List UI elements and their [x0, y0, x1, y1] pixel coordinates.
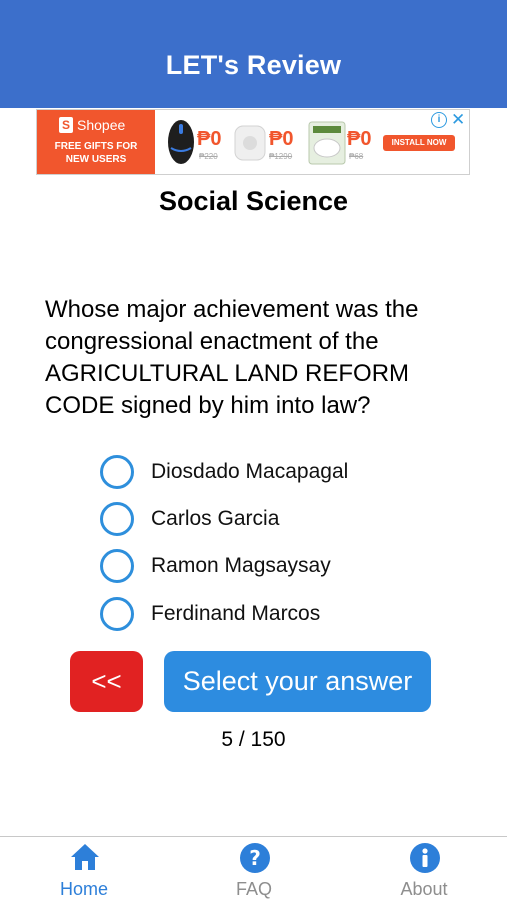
- ad-brand-name: Shopee: [77, 117, 126, 133]
- ad-tagline-line2: NEW USERS: [65, 154, 127, 165]
- app-title: LET's Review: [165, 50, 342, 80]
- app-header: LET's Review: [0, 0, 507, 108]
- tab-home-label: Home: [59, 879, 108, 899]
- shopee-bag-icon: S: [59, 117, 73, 133]
- question-text: Whose major achievement was the congress…: [45, 296, 419, 419]
- question-circle-icon: ?: [240, 843, 270, 873]
- ad-install-button[interactable]: INSTALL NOW: [383, 135, 455, 151]
- close-icon[interactable]: ✕: [451, 110, 465, 130]
- answer-option[interactable]: Ramon Magsaysay: [100, 543, 348, 590]
- ad-old-price-3: ₱68: [349, 152, 364, 161]
- ad-old-price-2: ₱1290: [269, 152, 293, 161]
- ad-price-3: ₱0: [347, 128, 372, 150]
- previous-button[interactable]: <<: [70, 651, 143, 712]
- answer-option-label: Ramon Magsaysay: [151, 554, 331, 578]
- ad-price-1: ₱0: [197, 128, 222, 150]
- radio-button[interactable]: [100, 501, 134, 536]
- ad-tagline: FREE GIFTS FOR NEW USERS: [37, 140, 155, 166]
- ad-brand-block: S Shopee FREE GIFTS FOR NEW USERS: [37, 110, 155, 174]
- answer-option-label: Diosdado Macapagal: [151, 459, 349, 483]
- ad-old-price-1: ₱220: [199, 152, 218, 161]
- ad-tagline-line1: FREE GIFTS FOR: [54, 141, 138, 152]
- tab-about-label: About: [400, 879, 448, 899]
- answer-option[interactable]: Carlos Garcia: [100, 495, 348, 542]
- svg-text:?: ?: [249, 846, 261, 870]
- tab-faq-label: FAQ: [235, 879, 272, 899]
- question-progress: 5 / 150: [221, 728, 286, 751]
- tab-faq[interactable]: ? FAQ: [194, 837, 314, 900]
- ad-banner[interactable]: S Shopee FREE GIFTS FOR NEW USERS ₱0 ₱22…: [36, 109, 470, 175]
- radio-button[interactable]: [100, 596, 134, 631]
- select-answer-button[interactable]: Select your answer: [164, 651, 431, 712]
- subject-title: Social Science: [158, 186, 349, 216]
- radio-button[interactable]: [100, 549, 134, 584]
- bottom-tab-bar: Home ? FAQ About: [0, 836, 507, 900]
- rice-pack-product-image: [308, 121, 346, 165]
- radio-button[interactable]: [100, 454, 134, 489]
- home-icon: [71, 844, 99, 870]
- info-circle-icon: [410, 843, 440, 873]
- shopee-logo: S Shopee: [59, 117, 125, 133]
- info-icon[interactable]: i: [431, 112, 447, 128]
- ad-price-2: ₱0: [269, 128, 294, 150]
- answer-options: Diosdado Macapagal Carlos Garcia Ramon M…: [100, 448, 348, 637]
- answer-option-label: Carlos Garcia: [151, 506, 280, 530]
- answer-option[interactable]: Ferdinand Marcos: [100, 590, 348, 637]
- answer-option[interactable]: Diosdado Macapagal: [100, 448, 348, 495]
- speaker-product-image: [234, 125, 266, 161]
- tab-about[interactable]: About: [364, 837, 484, 900]
- tab-home[interactable]: Home: [24, 837, 144, 900]
- answer-option-label: Ferdinand Marcos: [151, 601, 321, 625]
